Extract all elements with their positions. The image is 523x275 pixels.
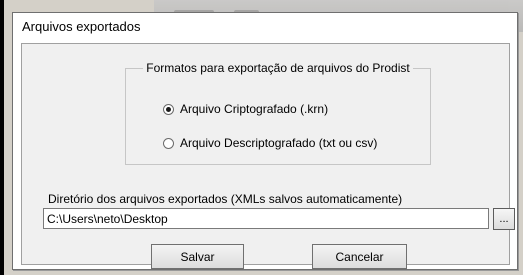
radio-decrypted-label: Arquivo Descriptografado (txt ou csv)	[180, 136, 378, 150]
save-button[interactable]: Salvar	[151, 244, 244, 269]
directory-input[interactable]	[43, 208, 489, 229]
cancel-button[interactable]: Cancelar	[312, 244, 407, 269]
export-dialog: Arquivos exportados Formatos para export…	[12, 12, 518, 270]
dialog-body: Formatos para exportação de arquivos do …	[21, 43, 515, 269]
directory-label: Diretório dos arquivos exportados (XMLs …	[48, 192, 403, 206]
title-bar[interactable]: Arquivos exportados	[13, 13, 517, 39]
formats-group: Formatos para exportação de arquivos do …	[125, 61, 431, 165]
formats-group-legend: Formatos para exportação de arquivos do …	[143, 61, 413, 75]
dialog-title: Arquivos exportados	[22, 19, 141, 34]
radio-decrypted-indicator[interactable]	[163, 137, 174, 149]
radio-encrypted-label: Arquivo Criptografado (.krn)	[180, 102, 329, 116]
browse-button[interactable]: ...	[493, 208, 515, 230]
radio-encrypted[interactable]: Arquivo Criptografado (.krn)	[163, 102, 328, 116]
radio-encrypted-indicator[interactable]	[163, 103, 174, 115]
radio-decrypted[interactable]: Arquivo Descriptografado (txt ou csv)	[163, 136, 377, 150]
